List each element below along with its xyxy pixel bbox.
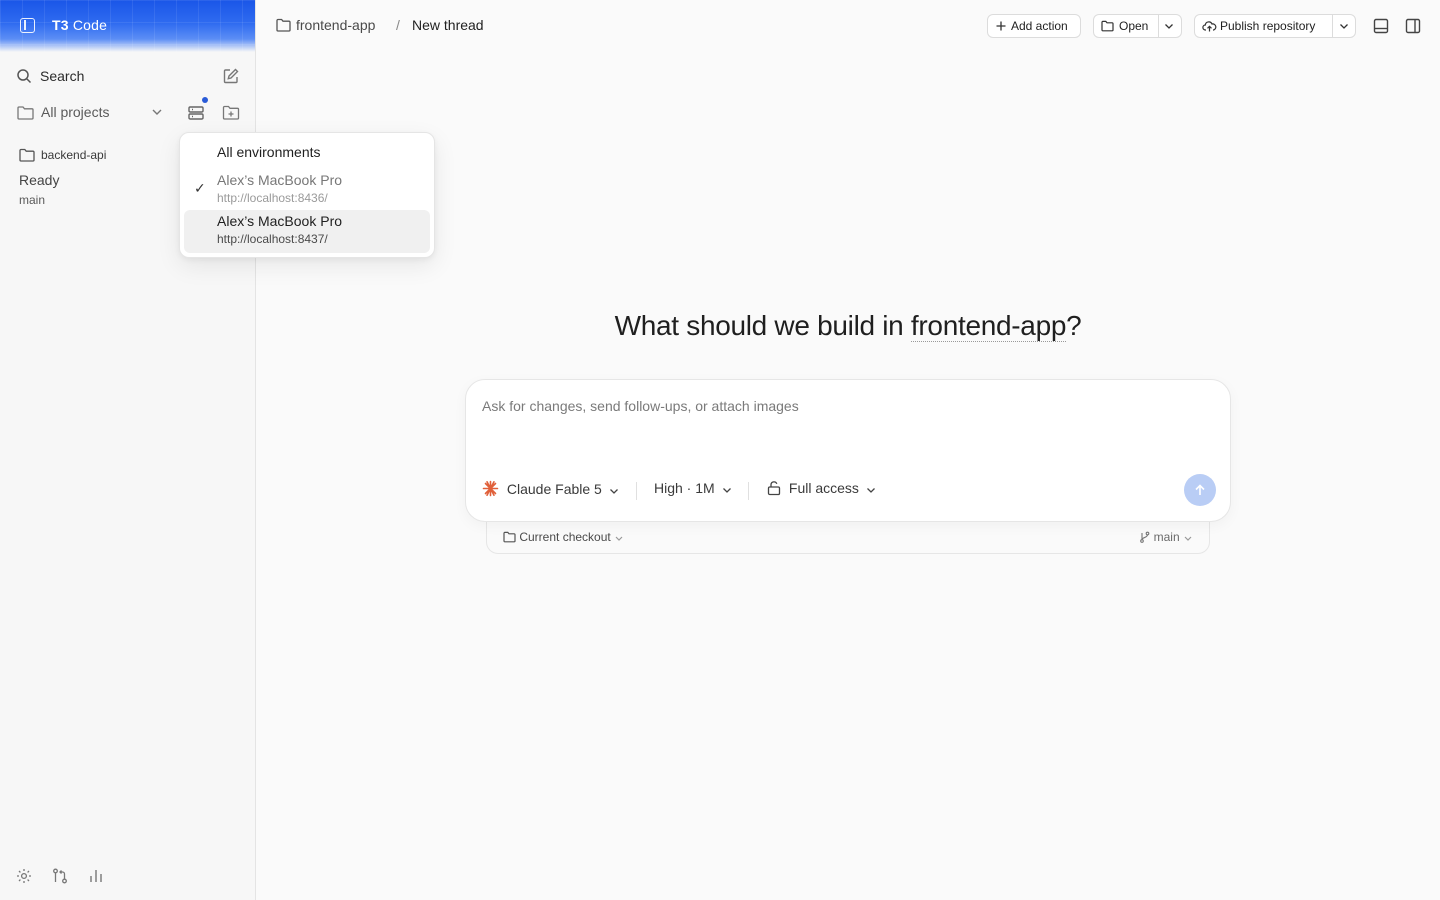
plus-icon xyxy=(996,21,1006,31)
brand-header: T3 Code xyxy=(0,0,255,52)
env-menu-item-url: http://localhost:8437/ xyxy=(217,232,328,246)
chevron-down-icon xyxy=(615,536,623,541)
folder-icon xyxy=(1101,20,1114,32)
branch-selector[interactable]: main xyxy=(1139,530,1193,544)
breadcrumb-project[interactable]: frontend-app xyxy=(296,17,375,33)
environment-menu: All environments ✓ Alex’s MacBook Pro ht… xyxy=(179,132,435,258)
project-name: backend-api xyxy=(41,148,107,162)
access-selector[interactable]: Full access xyxy=(766,480,877,500)
folder-icon xyxy=(17,106,34,120)
search-label: Search xyxy=(40,68,85,84)
notification-dot xyxy=(202,97,208,103)
page-title: What should we build in frontend-app? xyxy=(614,310,1082,342)
composer: Claude Fable 5 High · 1M Full access xyxy=(465,379,1231,522)
right-panel-icon[interactable] xyxy=(1404,17,1422,35)
environments-icon[interactable] xyxy=(186,103,206,123)
chevron-down-icon xyxy=(722,488,731,493)
checkout-label: Current checkout xyxy=(519,530,611,544)
checkout-selector[interactable]: Current checkout xyxy=(503,530,624,544)
project-branch: main xyxy=(19,193,46,207)
app-name: T3 Code xyxy=(52,17,108,33)
add-project-icon[interactable] xyxy=(222,104,240,121)
new-thread-icon[interactable] xyxy=(222,67,240,85)
gear-icon[interactable] xyxy=(15,867,33,885)
effort-label: High · 1M xyxy=(654,480,715,496)
composer-context-bar: Current checkout main xyxy=(486,520,1210,554)
env-menu-all-environments[interactable]: All environments xyxy=(217,144,321,160)
env-menu-item-url: http://localhost:8436/ xyxy=(217,191,328,205)
env-menu-item-title: Alex’s MacBook Pro xyxy=(217,213,343,229)
model-label: Claude Fable 5 xyxy=(506,481,602,497)
add-action-button[interactable]: Add action xyxy=(987,14,1081,38)
effort-selector[interactable]: High · 1M xyxy=(654,480,733,500)
headline-project[interactable]: frontend-app xyxy=(910,310,1066,342)
send-button[interactable] xyxy=(1184,474,1216,506)
env-menu-item[interactable]: Alex’s MacBook Pro http://localhost:8437… xyxy=(184,210,430,253)
folder-icon xyxy=(276,18,291,32)
env-menu-item[interactable]: ✓ Alex’s MacBook Pro http://localhost:84… xyxy=(184,169,430,212)
breadcrumb-separator: / xyxy=(396,17,400,33)
chevron-down-icon[interactable] xyxy=(1163,20,1175,32)
branch-label: main xyxy=(1153,530,1180,544)
chevron-down-icon[interactable] xyxy=(150,105,164,119)
cloud-upload-icon xyxy=(1202,21,1217,32)
model-selector[interactable]: Claude Fable 5 xyxy=(482,480,620,500)
project-status: Ready xyxy=(19,172,60,188)
access-label: Full access xyxy=(788,480,859,496)
model-icon xyxy=(482,480,499,497)
chevron-down-icon[interactable] xyxy=(1338,20,1350,32)
unlock-icon xyxy=(767,481,781,496)
chevron-down-icon xyxy=(866,488,875,493)
git-branch-icon xyxy=(1140,531,1150,543)
breadcrumb-thread: New thread xyxy=(412,17,484,33)
search-icon xyxy=(17,69,32,84)
publish-label: Publish repository xyxy=(1220,19,1316,33)
open-label: Open xyxy=(1119,19,1149,33)
arrow-up-icon xyxy=(1195,484,1205,495)
projects-row: All projects xyxy=(0,97,255,127)
search-row[interactable]: Search xyxy=(0,62,255,90)
folder-icon xyxy=(19,148,35,162)
sidebar-toggle-icon[interactable] xyxy=(20,18,35,33)
bottom-panel-icon[interactable] xyxy=(1372,17,1390,35)
projects-filter-label[interactable]: All projects xyxy=(41,104,109,120)
prompt-input[interactable] xyxy=(482,398,1182,414)
git-compare-icon[interactable] xyxy=(51,867,69,885)
check-icon: ✓ xyxy=(194,180,206,196)
env-menu-item-title: Alex’s MacBook Pro xyxy=(217,172,343,188)
chevron-down-icon xyxy=(1184,536,1192,541)
bar-chart-icon[interactable] xyxy=(87,867,105,885)
chevron-down-icon xyxy=(609,489,618,494)
open-button[interactable]: Open xyxy=(1093,14,1182,38)
add-action-label: Add action xyxy=(1011,19,1068,33)
folder-icon xyxy=(503,531,516,543)
publish-repository-button[interactable]: Publish repository xyxy=(1194,14,1356,38)
